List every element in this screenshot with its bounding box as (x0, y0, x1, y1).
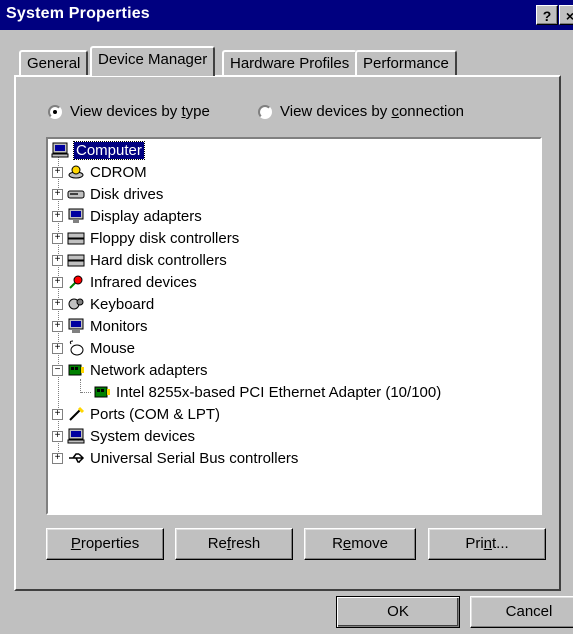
expand-icon[interactable]: + (52, 343, 63, 354)
tree-item[interactable]: + Disk drives (52, 183, 163, 205)
refresh-button[interactable]: Refresh (175, 528, 293, 560)
title-bar[interactable]: System Properties ? × (0, 0, 573, 30)
cancel-button[interactable]: Cancel (470, 596, 573, 628)
computer-icon (50, 142, 70, 158)
tree-item[interactable]: + Infrared devices (52, 271, 197, 293)
properties-button[interactable]: Properties (46, 528, 164, 560)
expand-icon[interactable]: + (52, 431, 63, 442)
tree-item-child[interactable]: Intel 8255x-based PCI Ethernet Adapter (… (92, 381, 441, 403)
tree-item[interactable]: + Display adapters (52, 205, 202, 227)
floppy-controller-icon (66, 230, 86, 246)
expand-icon[interactable]: + (52, 409, 63, 420)
usb-icon (66, 450, 86, 466)
system-device-icon (66, 428, 86, 444)
network-card-icon (92, 384, 112, 400)
port-icon (66, 406, 86, 422)
monitor-icon (66, 318, 86, 334)
cdrom-icon (66, 164, 86, 180)
tree-item[interactable]: + Mouse (52, 337, 135, 359)
display-icon (66, 208, 86, 224)
infrared-icon (66, 274, 86, 290)
view-by-type-option[interactable]: View devices by type (48, 103, 210, 120)
window-title: System Properties (6, 5, 150, 22)
expand-icon[interactable]: + (52, 233, 63, 244)
tree-connector (81, 392, 91, 393)
tab-hardware-profiles[interactable]: Hardware Profiles (222, 50, 358, 76)
device-tree[interactable]: Computer + CDROM + Disk drives + Display… (46, 137, 542, 515)
tree-item-expanded[interactable]: − Network adapters (52, 359, 208, 381)
tree-item[interactable]: + Floppy disk controllers (52, 227, 239, 249)
expand-icon[interactable]: + (52, 299, 63, 310)
tree-item[interactable]: + Keyboard (52, 293, 154, 315)
print-button[interactable]: Print... (428, 528, 546, 560)
expand-icon[interactable]: + (52, 277, 63, 288)
system-properties-window: System Properties ? × General Device Man… (0, 0, 573, 634)
tree-item[interactable]: + Ports (COM & LPT) (52, 403, 220, 425)
tree-root-computer[interactable]: Computer (50, 139, 145, 161)
remove-button[interactable]: Remove (304, 528, 416, 560)
expand-icon[interactable]: + (52, 167, 63, 178)
tab-performance[interactable]: Performance (355, 50, 457, 76)
expand-icon[interactable]: + (52, 255, 63, 266)
expand-icon[interactable]: + (52, 211, 63, 222)
ok-button[interactable]: OK (336, 596, 460, 628)
mouse-icon (66, 340, 86, 356)
tree-connector (80, 379, 81, 393)
disk-drive-icon (66, 186, 86, 202)
tree-item[interactable]: + Hard disk controllers (52, 249, 227, 271)
tree-item[interactable]: + System devices (52, 425, 195, 447)
view-by-connection-label: View devices by connection (280, 103, 465, 120)
tree-root-label: Computer (73, 140, 145, 160)
keyboard-icon (66, 296, 86, 312)
expand-icon[interactable]: + (52, 189, 63, 200)
tree-item[interactable]: + Universal Serial Bus controllers (52, 447, 298, 469)
tab-device-manager[interactable]: Device Manager (90, 46, 216, 76)
hdd-controller-icon (66, 252, 86, 268)
expand-icon[interactable]: + (52, 453, 63, 464)
view-by-type-label: View devices by type (70, 103, 210, 120)
help-button[interactable]: ? (536, 5, 558, 25)
radio-unchecked-icon (258, 104, 272, 119)
tree-item[interactable]: + CDROM (52, 161, 147, 183)
expand-icon[interactable]: + (52, 321, 63, 332)
tree-item[interactable]: + Monitors (52, 315, 148, 337)
view-by-connection-option[interactable]: View devices by connection (258, 103, 464, 120)
collapse-icon[interactable]: − (52, 365, 63, 376)
tab-general[interactable]: General (19, 50, 89, 76)
radio-checked-icon (48, 104, 62, 119)
network-card-icon (66, 362, 86, 378)
close-button[interactable]: × (559, 5, 573, 25)
